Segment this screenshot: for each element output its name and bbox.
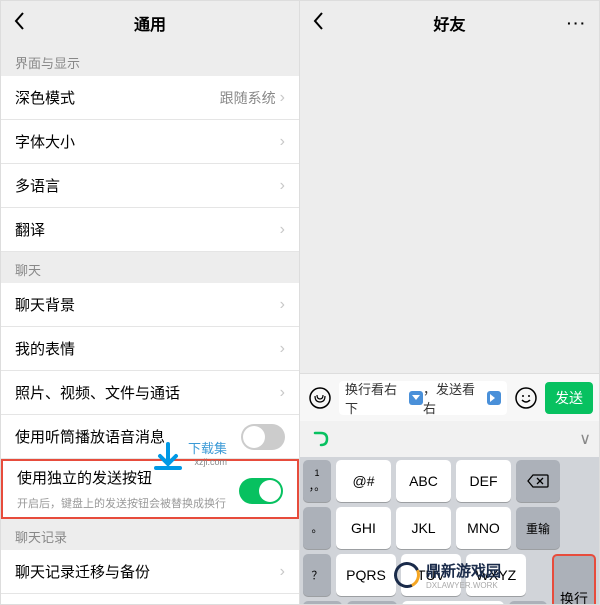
- input-text-2: ，发送看右: [423, 379, 487, 417]
- earpiece-toggle[interactable]: [241, 424, 285, 450]
- key-punct[interactable]: 1，。: [303, 460, 331, 502]
- key-backspace[interactable]: [516, 460, 560, 502]
- row-clear[interactable]: 清空全部聊天记录 ›: [1, 594, 299, 604]
- key-123[interactable]: 123: [347, 601, 397, 604]
- keyboard: 1，。 @# ABC DEF 。 GHI JKL MNO 重输 ？ PQRS T…: [300, 457, 599, 604]
- chevron-right-icon: ›: [280, 89, 285, 107]
- key-tuv[interactable]: TUV: [401, 554, 461, 596]
- chevron-right-icon: ›: [280, 177, 285, 195]
- key-question[interactable]: ？: [303, 554, 331, 596]
- chat-background-label: 聊天背景: [15, 294, 280, 315]
- left-header: 通用: [1, 1, 299, 45]
- send-button-label: 使用独立的发送按钮: [17, 467, 152, 493]
- migrate-label: 聊天记录迁移与备份: [15, 561, 280, 582]
- key-def[interactable]: DEF: [456, 460, 511, 502]
- right-title: 好友: [433, 11, 465, 35]
- key-at[interactable]: @#: [336, 460, 391, 502]
- arrow-right-emoji: [487, 391, 501, 405]
- key-enter-highlighted[interactable]: 换行: [552, 554, 596, 604]
- section-chat-header: 聊天: [1, 252, 299, 283]
- key-pqrs[interactable]: PQRS: [336, 554, 396, 596]
- chevron-right-icon: ›: [280, 563, 285, 581]
- key-mno[interactable]: MNO: [456, 507, 511, 549]
- key-ghi[interactable]: GHI: [336, 507, 391, 549]
- download-arrow-icon: [150, 440, 186, 476]
- language-label: 多语言: [15, 175, 280, 196]
- dark-mode-value: 跟随系统: [220, 88, 276, 108]
- section-history-header: 聊天记录: [1, 519, 299, 550]
- chat-input-bar: 换行看右下 ，发送看右 发送: [300, 373, 599, 421]
- send-button[interactable]: 发送: [545, 382, 593, 414]
- key-retype[interactable]: 重输: [516, 507, 560, 549]
- chevron-right-icon: ›: [280, 133, 285, 151]
- chevron-right-icon: ›: [280, 340, 285, 358]
- key-space[interactable]: [402, 601, 504, 604]
- back-icon[interactable]: [13, 11, 25, 31]
- send-button-sub: 开启后，键盘上的发送按钮会被替换成换行: [17, 495, 226, 511]
- row-chat-background[interactable]: 聊天背景 ›: [1, 283, 299, 327]
- key-period[interactable]: 。: [303, 507, 331, 549]
- chevron-right-icon: ›: [280, 221, 285, 239]
- row-dark-mode[interactable]: 深色模式 跟随系统 ›: [1, 76, 299, 120]
- dark-mode-label: 深色模式: [15, 87, 220, 108]
- voice-icon[interactable]: [306, 384, 334, 412]
- row-font-size[interactable]: 字体大小 ›: [1, 120, 299, 164]
- translate-label: 翻译: [15, 219, 280, 240]
- more-icon[interactable]: ···: [567, 15, 587, 31]
- earpiece-label: 使用听筒播放语音消息: [15, 426, 241, 447]
- send-button-toggle[interactable]: [239, 478, 283, 504]
- key-jkl[interactable]: JKL: [396, 507, 451, 549]
- expand-icon[interactable]: ∨: [579, 429, 591, 449]
- stickers-label: 我的表情: [15, 338, 280, 359]
- row-translate[interactable]: 翻译 ›: [1, 208, 299, 252]
- settings-pane: 通用 界面与显示 深色模式 跟随系统 › 字体大小 › 多语言 › 翻译 › 聊…: [1, 1, 300, 604]
- row-media[interactable]: 照片、视频、文件与通话 ›: [1, 371, 299, 415]
- ime-logo-icon[interactable]: [308, 426, 334, 452]
- chevron-right-icon: ›: [280, 384, 285, 402]
- input-text-1: 换行看右下: [345, 379, 409, 417]
- keyboard-suggestion-bar: ∨: [300, 421, 599, 457]
- message-input[interactable]: 换行看右下 ，发送看右: [339, 381, 507, 415]
- left-title: 通用: [134, 11, 166, 35]
- chevron-right-icon: ›: [280, 296, 285, 314]
- key-cn-en[interactable]: 中英: [509, 601, 547, 604]
- emoji-icon[interactable]: [512, 384, 540, 412]
- row-language[interactable]: 多语言 ›: [1, 164, 299, 208]
- font-size-label: 字体大小: [15, 131, 280, 152]
- chat-messages-area[interactable]: [300, 45, 599, 373]
- media-label: 照片、视频、文件与通话: [15, 382, 280, 403]
- row-stickers[interactable]: 我的表情 ›: [1, 327, 299, 371]
- row-migrate[interactable]: 聊天记录迁移与备份 ›: [1, 550, 299, 594]
- section-display-header: 界面与显示: [1, 45, 299, 76]
- chat-pane: 好友 ··· 换行看右下 ，发送看右 发送 ∨ 1，。 @# ABC DEF 。 …: [300, 1, 599, 604]
- arrow-down-emoji: [409, 391, 423, 405]
- key-wxyz[interactable]: WXYZ: [466, 554, 526, 596]
- key-abc[interactable]: ABC: [396, 460, 451, 502]
- back-icon[interactable]: [312, 11, 324, 31]
- right-header: 好友 ···: [300, 1, 599, 45]
- key-symbols[interactable]: 符号: [303, 601, 342, 604]
